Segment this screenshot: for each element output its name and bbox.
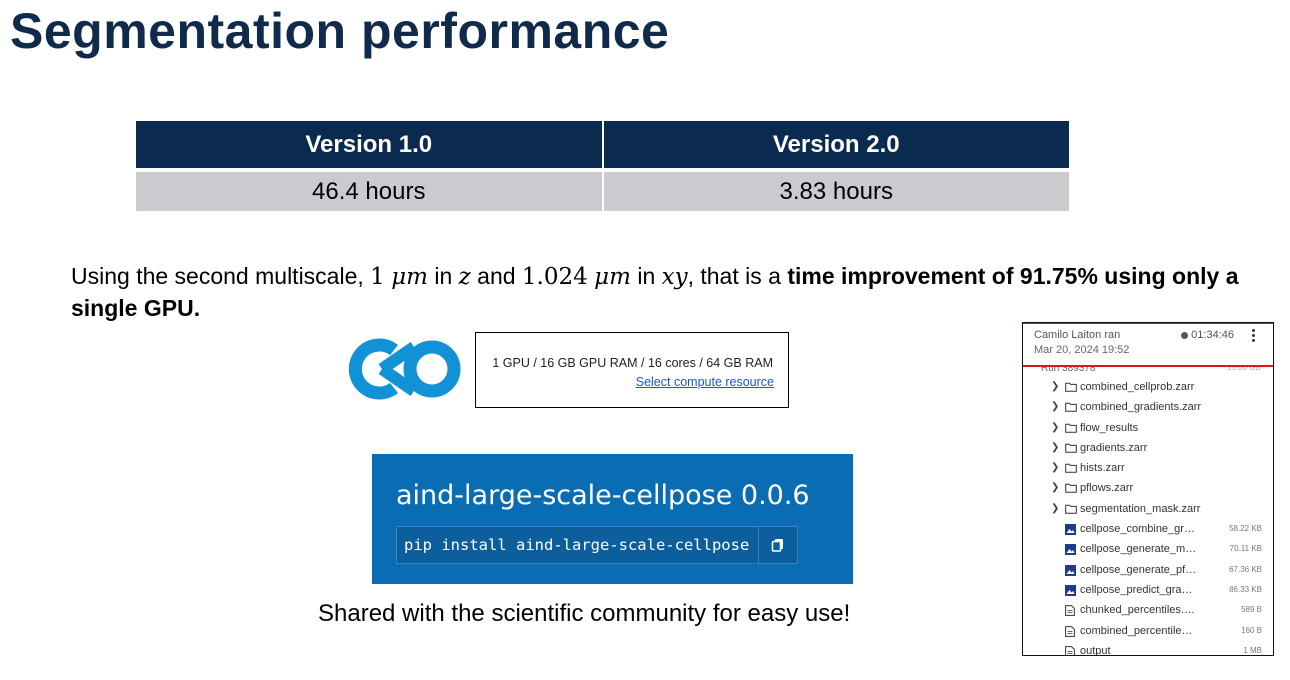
file-size: 67.36 KB (1229, 564, 1262, 574)
file-icon (1065, 625, 1075, 640)
pip-install-box: pip install aind-large-scale-cellpose (396, 526, 798, 564)
z-resolution-value: 1 (370, 264, 385, 290)
file-item[interactable]: cellpose_generate_pflow... 67.36 KB (1023, 561, 1273, 581)
axis-xy: xy (661, 264, 688, 290)
run-date: Mar 20, 2024 19:52 (1034, 344, 1130, 356)
file-item[interactable]: cellpose_predict_gradie... 86.33 KB (1023, 581, 1273, 601)
text-segment: , that is a (687, 263, 788, 289)
file-name: cellpose_generate_masks... (1080, 543, 1198, 556)
run-header: Camilo Laiton ran Mar 20, 2024 19:52 01:… (1023, 323, 1273, 365)
file-name: chunked_percentiles.npy (1080, 604, 1198, 617)
file-name: cellpose_combine_gradi... (1080, 523, 1198, 536)
package-name: aind-large-scale-cellpose 0.0.6 (396, 480, 810, 511)
file-list: ❯ combined_cellprob.zarr ❯ combined_gradien… (1023, 378, 1273, 656)
file-item[interactable]: chunked_percentiles.npy 589 B (1023, 601, 1273, 621)
caption: Shared with the scientific community for… (318, 600, 851, 627)
file-name: flow_results (1080, 421, 1139, 434)
file-icon (1065, 605, 1075, 619)
file-name: segmentation_mask.zarr (1080, 502, 1201, 515)
image-file-icon (1065, 564, 1076, 579)
file-size: 58.22 KB (1229, 524, 1262, 534)
file-size: 1 MB (1243, 645, 1262, 655)
kebab-menu-icon[interactable] (1250, 329, 1256, 347)
chevron-right-icon[interactable]: ❯ (1051, 442, 1059, 453)
text-segment: in (427, 263, 459, 289)
unit: μm (594, 264, 631, 290)
file-size: 589 B (1241, 605, 1262, 615)
file-name: combined_cellprob.zarr (1080, 381, 1195, 393)
file-size: 70.11 KB (1229, 544, 1262, 554)
folder-item[interactable]: ❯ gradients.zarr (1023, 439, 1273, 459)
chevron-right-icon[interactable]: ❯ (1051, 482, 1059, 493)
file-item[interactable]: combined_percentiles.npy 160 B (1023, 622, 1273, 642)
folder-item[interactable]: ❯ hists.zarr (1023, 459, 1273, 479)
table-header-row: Version 1.0 Version 2.0 (136, 121, 1069, 170)
text-segment: in (630, 263, 662, 289)
text-segment: Using the second multiscale, (71, 263, 371, 289)
folder-item[interactable]: ❯ segmentation_mask.zarr (1023, 500, 1273, 520)
value-version-1: 46.4 hours (136, 168, 604, 211)
copy-icon[interactable] (758, 527, 797, 563)
header-version-1: Version 1.0 (136, 121, 604, 170)
file-name: hists.zarr (1080, 462, 1125, 475)
folder-icon (1065, 504, 1077, 517)
results-file-panel: Run 389378 15.00 GB Camilo Laiton ran Ma… (1022, 322, 1274, 656)
file-item[interactable]: cellpose_generate_masks... 70.11 KB (1023, 540, 1273, 560)
text-segment: and (470, 263, 522, 289)
file-size: 86.33 KB (1229, 584, 1262, 594)
folder-item[interactable]: ❯ combined_gradients.zarr (1023, 398, 1273, 418)
value-version-2: 3.83 hours (602, 168, 1069, 211)
axis-z: z (458, 264, 471, 290)
folder-item[interactable]: ❯ pflows.zarr (1023, 479, 1273, 499)
file-size: 160 B (1241, 625, 1262, 635)
file-name: combined_percentiles.npy (1080, 624, 1198, 637)
select-compute-link[interactable]: Select compute resource (636, 375, 774, 389)
folder-icon (1065, 483, 1077, 496)
folder-icon (1065, 463, 1077, 476)
xy-resolution-value: 1.024 (521, 264, 588, 290)
chevron-right-icon[interactable]: ❯ (1051, 503, 1059, 514)
improvement-paragraph: Using the second multiscale, 1 μm in z a… (71, 261, 1251, 324)
folder-icon (1065, 423, 1077, 436)
file-name: gradients.zarr (1080, 441, 1148, 454)
pip-command: pip install aind-large-scale-cellpose (404, 536, 750, 554)
folder-icon (1065, 402, 1077, 415)
unit: μm (391, 264, 428, 290)
version-comparison-table: Version 1.0 Version 2.0 46.4 hours 3.83 … (136, 121, 1069, 211)
image-file-icon (1065, 544, 1076, 558)
image-file-icon (1065, 524, 1076, 538)
slide-title: Segmentation performance (10, 3, 670, 59)
run-user: Camilo Laiton ran (1034, 329, 1121, 341)
image-file-icon (1065, 584, 1076, 599)
file-item[interactable]: output 1 MB (1023, 642, 1273, 656)
chevron-right-icon[interactable]: ❯ (1051, 422, 1059, 433)
file-name: output (1080, 644, 1111, 656)
table-row: 46.4 hours 3.83 hours (136, 168, 1069, 211)
folder-item[interactable]: ❯ flow_results (1023, 419, 1273, 439)
file-name: cellpose_predict_gradie... (1080, 583, 1198, 596)
folder-icon (1065, 382, 1077, 395)
chevron-right-icon[interactable]: ❯ (1051, 462, 1059, 473)
pypi-package-banner: aind-large-scale-cellpose 0.0.6 pip inst… (372, 454, 853, 584)
status-dot-icon (1181, 332, 1188, 339)
chevron-right-icon[interactable]: ❯ (1051, 381, 1059, 392)
folder-icon (1065, 443, 1077, 456)
file-name: cellpose_generate_pflow... (1080, 563, 1198, 576)
chevron-right-icon[interactable]: ❯ (1051, 401, 1059, 412)
file-icon (1065, 645, 1075, 655)
folder-item[interactable]: ❯ combined_cellprob.zarr (1023, 378, 1273, 398)
header-version-2: Version 2.0 (602, 121, 1069, 170)
codeocean-logo (342, 338, 464, 400)
compute-spec: 1 GPU / 16 GB GPU RAM / 16 cores / 64 GB… (492, 356, 773, 370)
compute-resource-panel: 1 GPU / 16 GB GPU RAM / 16 cores / 64 GB… (475, 332, 789, 408)
file-item[interactable]: cellpose_combine_gradi... 58.22 KB (1023, 520, 1273, 540)
file-name: combined_gradients.zarr (1080, 401, 1202, 414)
file-name: pflows.zarr (1080, 482, 1134, 495)
run-duration: 01:34:46 (1191, 329, 1234, 341)
